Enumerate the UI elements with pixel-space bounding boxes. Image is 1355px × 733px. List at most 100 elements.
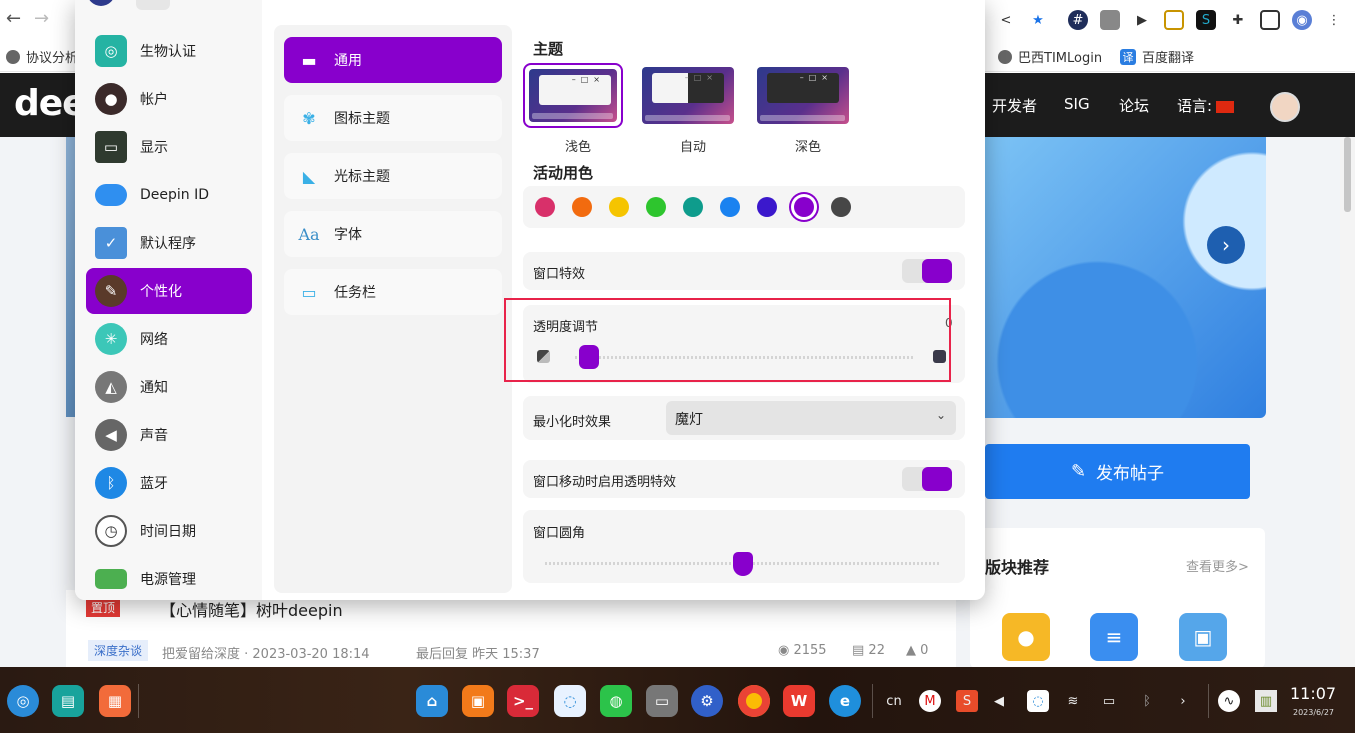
sidebar-item-power[interactable]: 电源管理: [86, 556, 252, 600]
input-method-indicator[interactable]: cn: [882, 690, 906, 712]
bluetooth-tray-icon[interactable]: ᛒ: [1136, 690, 1158, 712]
scrollbar-thumb[interactable]: [1344, 137, 1351, 212]
accent-swatch-purple[interactable]: [794, 197, 814, 217]
theme-option-light[interactable]: –□×: [523, 63, 623, 128]
taskbar-icon: ▭: [301, 282, 317, 302]
sidebar-item-bluetooth[interactable]: ᛒ 蓝牙: [86, 460, 252, 506]
power-monitor-icon[interactable]: ∿: [1218, 690, 1240, 712]
post-last-reply: 最后回复 昨天 15:37: [416, 647, 540, 662]
submenu-item-general[interactable]: ▬ 通用: [284, 37, 502, 83]
banner-image[interactable]: [985, 137, 1266, 418]
sidebar-item-sound[interactable]: ◀ 声音: [86, 412, 252, 458]
lightbulb-icon[interactable]: ●: [1002, 613, 1050, 661]
submenu-item-taskbar[interactable]: ▭ 任务栏: [284, 269, 502, 315]
bookmark-item[interactable]: 巴西TIMLogin: [998, 47, 1102, 66]
theme-option-dark[interactable]: –□×: [753, 63, 853, 128]
warning-icon: ▲: [906, 643, 921, 658]
accent-swatch-red[interactable]: [535, 197, 555, 217]
share-icon[interactable]: <: [996, 10, 1016, 30]
submenu-item-icon-theme[interactable]: ✾ 图标主题: [284, 95, 502, 141]
sidebar-item-notification[interactable]: ◭ 通知: [86, 364, 252, 410]
app-store-icon[interactable]: ⌂: [416, 685, 448, 717]
accent-swatch-yellow[interactable]: [609, 197, 629, 217]
post-reports: ▲ 0: [906, 643, 929, 658]
sidebar-item-personalization[interactable]: ✎ 个性化: [86, 268, 252, 314]
sidebar-toggle-icon[interactable]: [1260, 10, 1280, 30]
tray-app-icon[interactable]: M: [919, 690, 941, 712]
menu-dots-icon[interactable]: ⋮: [1324, 10, 1344, 30]
minimize-effect-select[interactable]: 魔灯 ⌄: [666, 401, 956, 435]
launcher-icon[interactable]: ◎: [7, 685, 39, 717]
wifi-icon[interactable]: ≋: [1062, 690, 1084, 712]
terminal-icon[interactable]: >_: [507, 685, 539, 717]
extension-gamepad-icon[interactable]: [1100, 10, 1120, 30]
banner-next-icon[interactable]: ›: [1207, 226, 1245, 264]
wechat-icon[interactable]: ◍: [600, 685, 632, 717]
move-transparency-toggle[interactable]: [902, 467, 952, 491]
fingerprint-icon: ◎: [95, 35, 127, 67]
avatar[interactable]: [1270, 92, 1300, 122]
workspace-icon[interactable]: ▦: [99, 685, 131, 717]
edge-icon[interactable]: e: [829, 685, 861, 717]
sidebar-item-network[interactable]: ✳ 网络: [86, 316, 252, 362]
sidebar-item-biometric[interactable]: ◎ 生物认证: [86, 28, 252, 74]
trash-icon[interactable]: ▥: [1255, 690, 1277, 712]
accent-swatch-green[interactable]: [646, 197, 666, 217]
section-more-link[interactable]: 查看更多>: [1186, 556, 1249, 575]
nav-link-developers[interactable]: 开发者: [992, 95, 1037, 116]
sidebar-item-accounts[interactable]: ● 帐户: [86, 76, 252, 122]
accent-swatch-gray[interactable]: [831, 197, 851, 217]
sidebar-item-display[interactable]: ▭ 显示: [86, 124, 252, 170]
extension-play-icon[interactable]: ▶: [1132, 10, 1152, 30]
shopping-bag-icon[interactable]: ▣: [462, 685, 494, 717]
page-scrollbar[interactable]: [1340, 137, 1355, 667]
bookmark-star-icon[interactable]: ★: [1028, 10, 1048, 30]
nav-link-forum[interactable]: 论坛: [1119, 95, 1149, 116]
tray-s-icon[interactable]: S: [956, 690, 978, 712]
control-center-icon[interactable]: ⚙: [691, 685, 723, 717]
post-title[interactable]: 【心情随笔】树叶deepin: [160, 597, 343, 621]
submenu-item-cursor-theme[interactable]: ◣ 光标主题: [284, 153, 502, 199]
chat-app-icon[interactable]: ◌: [554, 685, 586, 717]
post-category-badge[interactable]: 深度杂谈: [88, 640, 149, 661]
sidebar-item-deepin-id[interactable]: Deepin ID: [86, 172, 252, 218]
extension-notes-icon[interactable]: [1164, 10, 1184, 30]
default-apps-icon: ✓: [95, 227, 127, 259]
deepin-logo-icon: [87, 0, 115, 6]
accent-swatch-orange[interactable]: [572, 197, 592, 217]
bookmark-item[interactable]: 协议分析: [6, 47, 78, 66]
window-corner-slider-handle[interactable]: [732, 552, 753, 576]
accent-swatch-blue[interactable]: [720, 197, 740, 217]
window-preview: –□×: [767, 73, 839, 103]
back-icon[interactable]: ←: [6, 8, 21, 29]
accent-swatch-teal[interactable]: [683, 197, 703, 217]
extension-hash-icon[interactable]: #: [1068, 10, 1088, 30]
window-effect-toggle[interactable]: [902, 259, 952, 283]
chat-icon[interactable]: ≡: [1090, 613, 1138, 661]
wps-icon[interactable]: W: [783, 685, 815, 717]
file-manager-icon[interactable]: ▭: [646, 685, 678, 717]
nav-link-sig[interactable]: SIG: [1064, 95, 1090, 113]
taskbar-clock[interactable]: 11:07: [1290, 686, 1336, 702]
accent-swatch-indigo[interactable]: [757, 197, 777, 217]
tray-chat-icon[interactable]: ◌: [1027, 690, 1049, 712]
bookmark-item[interactable]: 译百度翻译: [1120, 47, 1194, 66]
profile-icon[interactable]: ◉: [1292, 10, 1312, 30]
sidebar-item-datetime[interactable]: ◷ 时间日期: [86, 508, 252, 554]
submenu-item-font[interactable]: Aa 字体: [284, 211, 502, 257]
forward-icon[interactable]: →: [34, 8, 49, 29]
volume-icon[interactable]: ◀: [988, 690, 1010, 712]
publish-post-button[interactable]: ✎ 发布帖子: [985, 444, 1250, 499]
extensions-puzzle-icon[interactable]: ✚: [1228, 10, 1248, 30]
multitask-view-icon[interactable]: ▤: [52, 685, 84, 717]
clipboard-icon[interactable]: ▣: [1179, 613, 1227, 661]
battery-status-icon[interactable]: ▭: [1098, 690, 1120, 712]
sidebar-item-default-apps[interactable]: ✓ 默认程序: [86, 220, 252, 266]
move-transparency-row: 窗口移动时启用透明特效: [523, 460, 965, 498]
chrome-icon[interactable]: [738, 685, 770, 717]
tray-expand-icon[interactable]: ›: [1172, 690, 1194, 712]
theme-option-auto[interactable]: –□×: [638, 63, 738, 128]
extension-s-icon[interactable]: S: [1196, 10, 1216, 30]
language-selector[interactable]: 语言:: [1177, 95, 1235, 116]
back-button[interactable]: [136, 0, 170, 10]
